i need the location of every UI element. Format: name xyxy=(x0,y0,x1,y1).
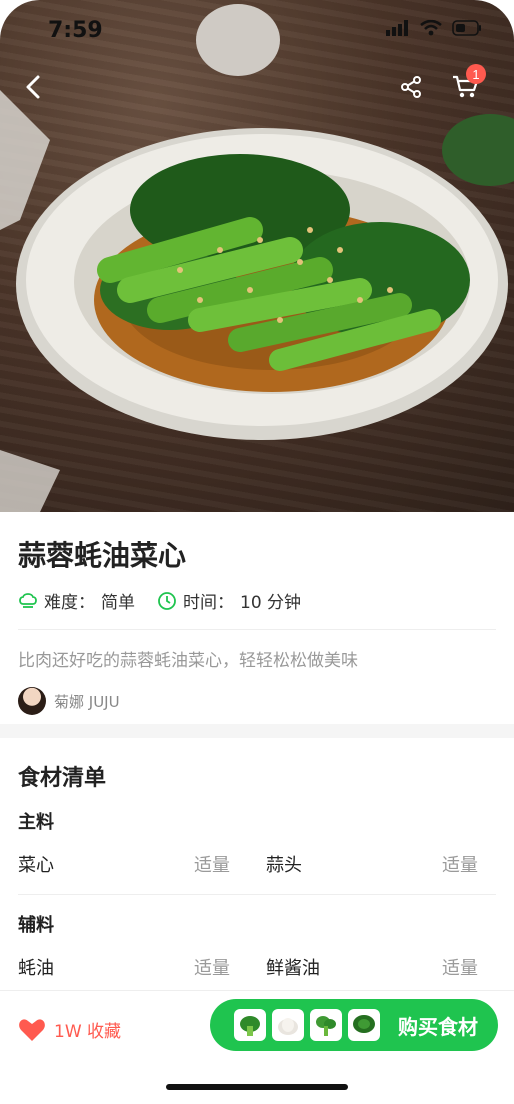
recipe-screen: 7:59 1 蒜蓉蚝油菜心 难度： 简单 时间： 10 分钟 比肉还好吃的蒜蓉蚝… xyxy=(0,0,514,1104)
difficulty-label: 难度： xyxy=(44,593,95,613)
clock-icon xyxy=(158,591,176,610)
ingredient-item: 鲜酱油 适量 xyxy=(266,954,496,980)
chef-hat-icon xyxy=(19,592,37,608)
ingredient-name: 菜心 xyxy=(18,855,54,876)
share-button[interactable] xyxy=(394,70,428,104)
row-divider xyxy=(18,894,496,895)
ingredient-name: 鲜酱油 xyxy=(266,958,320,979)
ingredient-name: 蚝油 xyxy=(18,958,54,979)
ingredient-item: 蒜头 适量 xyxy=(266,851,496,877)
ingredients-section: 食材清单 主料 菜心 适量 蒜头 适量 辅料 蚝油 适量 鲜酱油 适量 xyxy=(0,738,514,997)
avatar xyxy=(18,687,46,715)
ingredient-thumb-garlic xyxy=(272,1009,304,1041)
status-bar: 7:59 xyxy=(0,0,514,60)
buy-ingredients-button[interactable]: 购买食材 xyxy=(210,999,498,1051)
ingredient-thumb-choysum xyxy=(234,1009,266,1041)
back-icon xyxy=(26,75,40,99)
home-indicator xyxy=(166,1084,348,1090)
cook-time: 时间： 10 分钟 xyxy=(157,588,301,613)
author-name: 菊娜 JUJU xyxy=(54,692,120,711)
ingredient-thumb-leafy xyxy=(348,1009,380,1041)
heart-icon xyxy=(19,1018,45,1041)
ingredient-amount: 适量 xyxy=(194,855,230,876)
recipe-description: 比肉还好吃的蒜蓉蚝油菜心，轻轻松松做美味 xyxy=(18,651,358,671)
ingredient-name: 蒜头 xyxy=(266,855,302,876)
difficulty-value: 简单 xyxy=(101,593,135,613)
ingredient-amount: 适量 xyxy=(442,958,478,979)
main-ingredients-label: 主料 xyxy=(18,812,54,833)
recipe-info: 蒜蓉蚝油菜心 难度： 简单 时间： 10 分钟 比肉还好吃的蒜蓉蚝油菜心，轻轻松松做… xyxy=(0,512,514,715)
author[interactable]: 菊娜 JUJU xyxy=(18,687,496,715)
time-label: 时间： xyxy=(183,593,234,613)
wifi-icon xyxy=(420,20,442,36)
recipe-title: 蒜蓉蚝油菜心 xyxy=(18,539,187,572)
cart-button[interactable]: 1 xyxy=(448,64,486,104)
section-separator xyxy=(0,724,514,738)
aux-ingredients-label: 辅料 xyxy=(18,915,54,936)
ingredient-item: 菜心 适量 xyxy=(18,851,266,877)
info-divider xyxy=(18,629,496,630)
signal-icon xyxy=(386,20,408,36)
recipe-meta: 难度： 简单 时间： 10 分钟 xyxy=(18,588,496,613)
dish-illustration xyxy=(0,4,514,512)
status-icons xyxy=(386,20,482,36)
time-value: 10 分钟 xyxy=(240,593,302,613)
cart-badge: 1 xyxy=(466,64,486,84)
hero-image: 7:59 1 xyxy=(0,0,514,512)
ingredient-row: 蚝油 适量 鲜酱油 适量 xyxy=(18,937,496,997)
battery-icon xyxy=(452,20,481,36)
favorite-button[interactable]: 1W 收藏 xyxy=(18,1017,121,1042)
difficulty: 难度： 简单 xyxy=(18,588,135,613)
buy-ingredients-label: 购买食材 xyxy=(398,1014,478,1039)
back-button[interactable] xyxy=(16,70,50,104)
favorite-label: 1W 收藏 xyxy=(54,1022,122,1042)
ingredients-title: 食材清单 xyxy=(18,766,107,791)
status-time: 7:59 xyxy=(48,18,103,43)
ingredient-item: 蚝油 适量 xyxy=(18,954,266,980)
ingredient-amount: 适量 xyxy=(194,958,230,979)
ingredient-amount: 适量 xyxy=(442,855,478,876)
ingredient-thumb-greens xyxy=(310,1009,342,1041)
share-icon xyxy=(401,76,421,98)
ingredient-row: 菜心 适量 蒜头 适量 xyxy=(18,834,496,894)
